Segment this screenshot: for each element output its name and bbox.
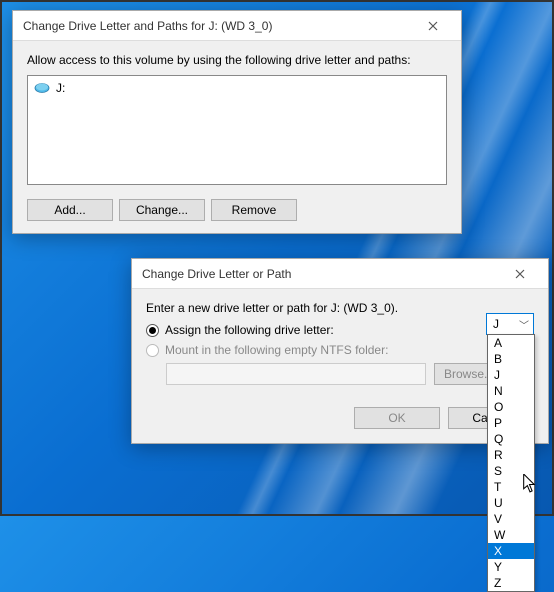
dropdown-option[interactable]: Q xyxy=(488,431,534,447)
dropdown-option[interactable]: X xyxy=(488,543,534,559)
mount-radio[interactable] xyxy=(146,344,159,357)
chevron-down-icon: ﹀ xyxy=(515,317,533,332)
drive-letter-combo[interactable]: J ﹀ xyxy=(486,313,534,335)
titlebar[interactable]: Change Drive Letter or Path xyxy=(132,259,548,289)
mount-path-input xyxy=(166,363,426,385)
drive-letter-dropdown[interactable]: ABJNOPQRSTUVWXYZ xyxy=(487,334,535,592)
change-button[interactable]: Change... xyxy=(119,199,205,221)
dropdown-option[interactable]: R xyxy=(488,447,534,463)
window-title: Change Drive Letter and Paths for J: (WD… xyxy=(23,19,413,33)
add-button[interactable]: Add... xyxy=(27,199,113,221)
dropdown-option[interactable]: S xyxy=(488,463,534,479)
dropdown-option[interactable]: Z xyxy=(488,575,534,591)
dropdown-option[interactable]: P xyxy=(488,415,534,431)
instruction-text: Enter a new drive letter or path for J: … xyxy=(146,301,534,315)
close-button[interactable] xyxy=(500,261,540,287)
window-title: Change Drive Letter or Path xyxy=(142,267,500,281)
dropdown-option[interactable]: B xyxy=(488,351,534,367)
change-paths-dialog: Change Drive Letter and Paths for J: (WD… xyxy=(12,10,462,234)
dropdown-option[interactable]: N xyxy=(488,383,534,399)
remove-button[interactable]: Remove xyxy=(211,199,297,221)
drive-label: J: xyxy=(56,81,65,95)
drive-icon xyxy=(34,82,50,94)
assign-radio[interactable] xyxy=(146,324,159,337)
dropdown-option[interactable]: J xyxy=(488,367,534,383)
assign-radio-label: Assign the following drive letter: xyxy=(165,323,334,337)
ok-button[interactable]: OK xyxy=(354,407,440,429)
instruction-text: Allow access to this volume by using the… xyxy=(27,53,447,67)
dropdown-option[interactable]: V xyxy=(488,511,534,527)
drive-listbox[interactable]: J: xyxy=(27,75,447,185)
drive-list-item[interactable]: J: xyxy=(32,80,442,96)
dropdown-option[interactable]: U xyxy=(488,495,534,511)
mount-radio-label: Mount in the following empty NTFS folder… xyxy=(165,343,388,357)
dropdown-option[interactable]: O xyxy=(488,399,534,415)
dropdown-option[interactable]: A xyxy=(488,335,534,351)
dropdown-option[interactable]: T xyxy=(488,479,534,495)
dropdown-option[interactable]: Y xyxy=(488,559,534,575)
combo-selected: J xyxy=(493,317,499,331)
close-button[interactable] xyxy=(413,13,453,39)
dropdown-option[interactable]: W xyxy=(488,527,534,543)
titlebar[interactable]: Change Drive Letter and Paths for J: (WD… xyxy=(13,11,461,41)
